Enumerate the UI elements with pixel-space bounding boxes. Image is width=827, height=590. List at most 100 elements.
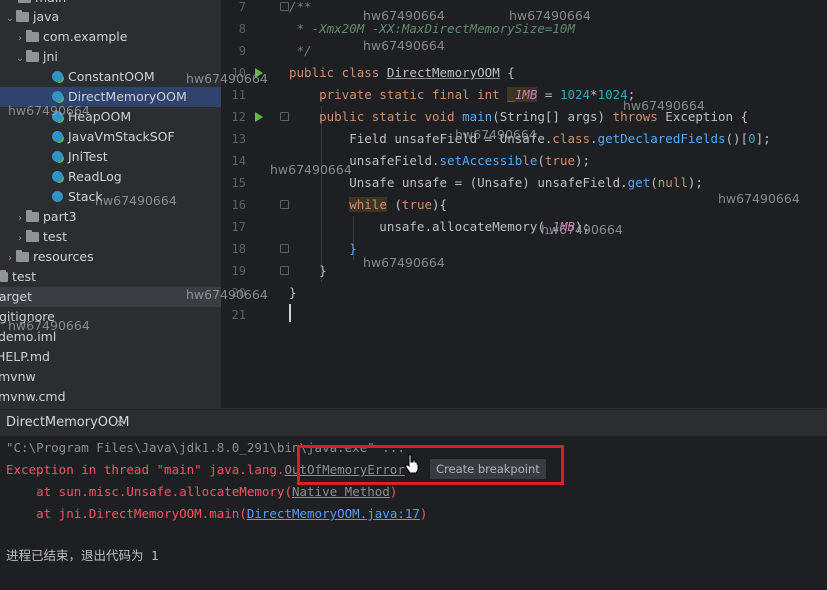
line-number: 19 <box>231 264 246 278</box>
tree-item-directmemoryoom[interactable]: DirectMemoryOOM <box>0 87 221 107</box>
chevron-down-icon[interactable]: ⌄ <box>14 49 26 69</box>
keyword: public static void <box>289 109 463 124</box>
tree-item-constantoom[interactable]: ConstantOOM <box>0 67 221 87</box>
keyword: while <box>349 197 387 212</box>
native-method-link[interactable]: Native Method <box>292 484 390 499</box>
tree-item-gitignore[interactable]: .gitignore <box>0 307 221 327</box>
method-name: allocateMemory <box>432 219 538 234</box>
keyword: private static final int <box>289 87 508 102</box>
tree-item-label: target <box>0 289 33 304</box>
line-number: 18 <box>231 242 246 256</box>
editor-gutter[interactable]: 7 8 9 10 11 12 13 14 15 16 17 18 19 20 2… <box>222 0 289 408</box>
run-class-icon[interactable] <box>255 68 263 78</box>
close-icon[interactable]: × <box>115 410 125 436</box>
field-name: _1MB <box>544 219 575 234</box>
tree-item-stack[interactable]: Stack <box>0 187 221 207</box>
tree-item-test[interactable]: test <box>0 267 221 287</box>
code-line-8: * -Xmx20M -XX:MaxDirectMemorySize=10M <box>289 21 575 36</box>
tree-item-label: java <box>33 9 60 24</box>
java-class-icon <box>52 191 63 202</box>
tree-item-label: ReadLog <box>68 169 122 184</box>
error-text: Exception in thread "main" java.lang. <box>6 462 285 477</box>
fold-icon[interactable] <box>280 244 289 253</box>
method-name: get <box>627 175 651 190</box>
code-token: ; <box>627 87 636 102</box>
number-literal: 1024 <box>559 87 591 102</box>
code-line-13: Field unsafeField = Unsafe.class.getDecl… <box>289 128 771 150</box>
folder-icon <box>16 10 29 22</box>
tree-item-label: main <box>35 0 66 5</box>
fold-icon[interactable] <box>280 112 289 121</box>
tree-item-label: resources <box>33 249 94 264</box>
number-literal: 1024 <box>597 87 628 102</box>
chevron-right-icon[interactable]: › <box>14 229 26 249</box>
tree-item-javavmstacksof[interactable]: JavaVmStackSOF <box>0 127 221 147</box>
tree-item-demo-iml[interactable]: demo.iml <box>0 327 221 347</box>
chevron-down-icon[interactable]: ⌄ <box>4 9 16 29</box>
chevron-right-icon[interactable]: › <box>14 29 26 49</box>
source-link[interactable]: DirectMemoryOOM.java:17 <box>247 506 420 521</box>
stack-text: at sun.misc.Unsafe.allocateMemory( <box>6 484 292 499</box>
package-icon <box>26 210 39 222</box>
run-tab[interactable]: DirectMemoryOOM <box>6 410 129 436</box>
line-number: 8 <box>238 22 246 36</box>
console-exit-line: 进程已结束，退出代码为 1 <box>6 548 159 563</box>
line-number: 13 <box>231 132 246 146</box>
code-line-14: unsafeField.setAccessible(true); <box>289 150 590 172</box>
tree-item-label: com.example <box>43 29 128 44</box>
tree-item-mvnw-cmd[interactable]: mvnw.cmd <box>0 387 221 407</box>
code-token: ( <box>537 153 545 168</box>
code-token: unsafe. <box>289 219 432 234</box>
fold-icon[interactable] <box>280 266 289 275</box>
tree-item-java[interactable]: ⌄ java <box>0 7 221 27</box>
tree-item-label: test <box>12 269 37 284</box>
fold-icon[interactable] <box>280 2 289 11</box>
tree-item-jnitest[interactable]: JniTest <box>0 147 221 167</box>
tree-item-test-pkg[interactable]: › test <box>0 227 221 247</box>
keyword: true <box>544 153 575 168</box>
tree-item-label: mvnw.cmd <box>0 389 66 404</box>
tree-item-label: mvnw <box>0 369 36 384</box>
code-editor[interactable]: 7 8 9 10 11 12 13 14 15 16 17 18 19 20 2… <box>222 0 827 408</box>
tree-item-label: DirectMemoryOOM <box>68 89 187 104</box>
tree-item-label: demo.iml <box>0 329 57 344</box>
code-token: Field unsafeField = Unsafe. <box>289 131 553 146</box>
run-main-icon[interactable] <box>255 112 263 122</box>
tree-item-heapoom[interactable]: HeapOOM <box>0 107 221 127</box>
tree-item-label: HELP.md <box>0 349 50 364</box>
tree-item-help-md[interactable]: HELP.md <box>0 347 221 367</box>
line-number: 15 <box>231 176 246 190</box>
tree-item-resources[interactable]: › resources <box>0 247 221 267</box>
code-token: ]; <box>755 131 771 146</box>
code-line-10: public class DirectMemoryOOM { <box>289 62 515 84</box>
tree-item-readlog[interactable]: ReadLog <box>0 167 221 187</box>
chevron-right-icon[interactable]: › <box>14 209 26 229</box>
field-name: _1MB <box>507 87 538 102</box>
chevron-right-icon[interactable]: › <box>4 249 16 269</box>
number-literal: 0 <box>748 131 756 146</box>
run-tool-window-header: DirectMemoryOOM × <box>0 409 827 436</box>
tree-item-label: JniTest <box>68 149 108 164</box>
tree-item-mvnw[interactable]: mvnw <box>0 367 221 387</box>
stack-text: at jni.DirectMemoryOOM.main( <box>6 506 247 521</box>
tree-item-target[interactable]: target <box>0 287 221 307</box>
code-token: = <box>537 87 560 102</box>
line-number: 11 <box>231 88 246 102</box>
tree-item-jni[interactable]: ⌄ jni <box>0 47 221 67</box>
line-number: 12 <box>231 110 246 124</box>
code-token: ){ <box>432 197 448 212</box>
package-icon <box>26 50 39 62</box>
code-line-19: } <box>289 263 327 278</box>
tree-item-com-example[interactable]: › com.example <box>0 27 221 47</box>
code-token: Exception { <box>657 109 749 124</box>
java-class-icon <box>52 131 63 142</box>
tree-item-part3[interactable]: › part3 <box>0 207 221 227</box>
keyword: true <box>401 197 433 212</box>
java-class-icon <box>52 91 63 102</box>
folder-icon <box>18 0 31 3</box>
keyword: public class <box>289 65 387 80</box>
code-line-12: public static void main(String[] args) t… <box>289 106 748 128</box>
fold-icon[interactable] <box>280 200 289 209</box>
highlight-box <box>297 445 564 485</box>
method-name: setAccessible <box>439 153 538 168</box>
